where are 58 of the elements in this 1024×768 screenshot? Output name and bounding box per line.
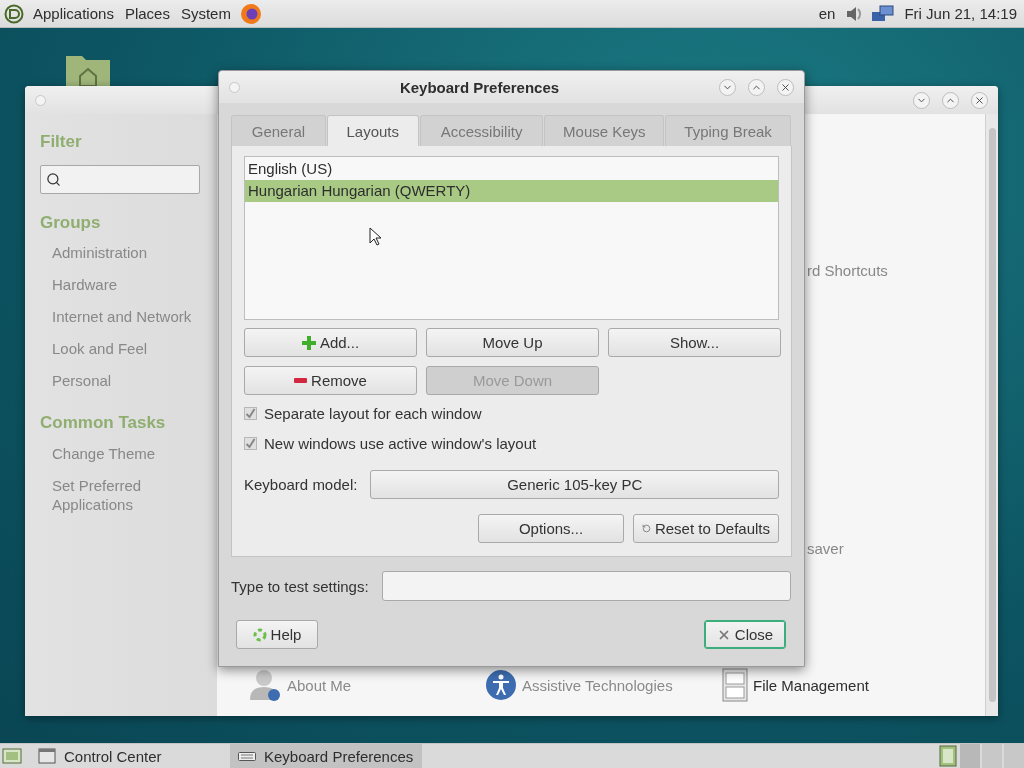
window-menu-dot[interactable] <box>229 81 240 93</box>
checkbox[interactable] <box>244 406 257 420</box>
taskbar-button[interactable]: Control Center <box>30 744 222 768</box>
menu-item[interactable]: Places <box>122 5 172 22</box>
layout-list[interactable]: English (US) Hungarian Hungarian (QWERTY) <box>244 156 779 320</box>
checkbox-label[interactable]: Separate layout for each window <box>264 404 482 422</box>
menu-item[interactable]: Applications <box>31 5 116 22</box>
person-icon <box>250 668 282 702</box>
keyboard-layout-indicator[interactable]: en <box>816 5 838 22</box>
layout-button[interactable]: Remove <box>244 366 417 395</box>
minimize-button[interactable] <box>913 91 930 109</box>
search-icon <box>46 172 61 187</box>
sidebar-heading: Filter <box>40 131 83 153</box>
browser-icon[interactable] <box>239 2 262 25</box>
close-button[interactable] <box>777 78 794 96</box>
show-desktop-icon[interactable] <box>2 747 22 765</box>
menu-item[interactable]: System <box>178 5 233 22</box>
maximize-button[interactable] <box>748 78 765 96</box>
help-icon <box>252 627 267 642</box>
tab[interactable]: Layouts <box>326 115 419 146</box>
layout-button[interactable]: Move Up <box>426 328 599 357</box>
close-icon <box>974 94 985 106</box>
close-icon <box>780 81 791 93</box>
logo-icon[interactable] <box>4 3 24 24</box>
maximize-button[interactable] <box>942 91 959 109</box>
minimize-button[interactable] <box>719 78 736 96</box>
test-field[interactable] <box>381 571 791 601</box>
taskbar-button[interactable]: Keyboard Preferences <box>230 744 422 768</box>
checkbox-label[interactable]: New windows use active window's layout <box>264 434 537 452</box>
help-button[interactable]: Help <box>236 620 318 649</box>
window-title: Keyboard Preferences <box>398 78 561 96</box>
options-button[interactable]: Options... <box>478 514 624 543</box>
layout-row[interactable]: English (US) <box>245 158 778 180</box>
reset-button[interactable]: Reset to Defaults <box>633 514 779 543</box>
layout-button[interactable]: Add... <box>244 328 417 357</box>
keyboard-model-button[interactable]: Generic 105-key PC <box>370 470 779 499</box>
checkbox[interactable] <box>244 436 257 450</box>
keyboard-icon <box>238 751 256 761</box>
field-label: Keyboard model: <box>244 476 358 493</box>
window-menu-dot[interactable] <box>35 94 46 106</box>
scrollbar-thumb[interactable] <box>988 128 996 702</box>
field-label: Type to test settings: <box>231 577 369 595</box>
layout-button[interactable]: Show... <box>608 328 781 357</box>
layout-row[interactable]: Hungarian Hungarian (QWERTY) <box>245 180 778 202</box>
sidebar-heading: Groups <box>40 212 102 234</box>
clock[interactable]: Fri Jun 21, 14:19 <box>902 5 1019 22</box>
scrollbar[interactable] <box>985 114 998 716</box>
minus-icon <box>294 378 308 383</box>
sidebar-heading: Common Tasks <box>40 412 167 434</box>
plus-icon <box>301 335 316 350</box>
cursor-icon <box>369 227 382 246</box>
applet-item[interactable]: File Management <box>722 668 922 702</box>
close-button[interactable] <box>971 91 988 109</box>
filter-field[interactable] <box>40 165 200 194</box>
accessibility-icon <box>485 669 517 701</box>
window-icon <box>38 748 56 764</box>
close-button[interactable]: Close <box>704 620 786 649</box>
network-icon[interactable] <box>871 3 896 24</box>
